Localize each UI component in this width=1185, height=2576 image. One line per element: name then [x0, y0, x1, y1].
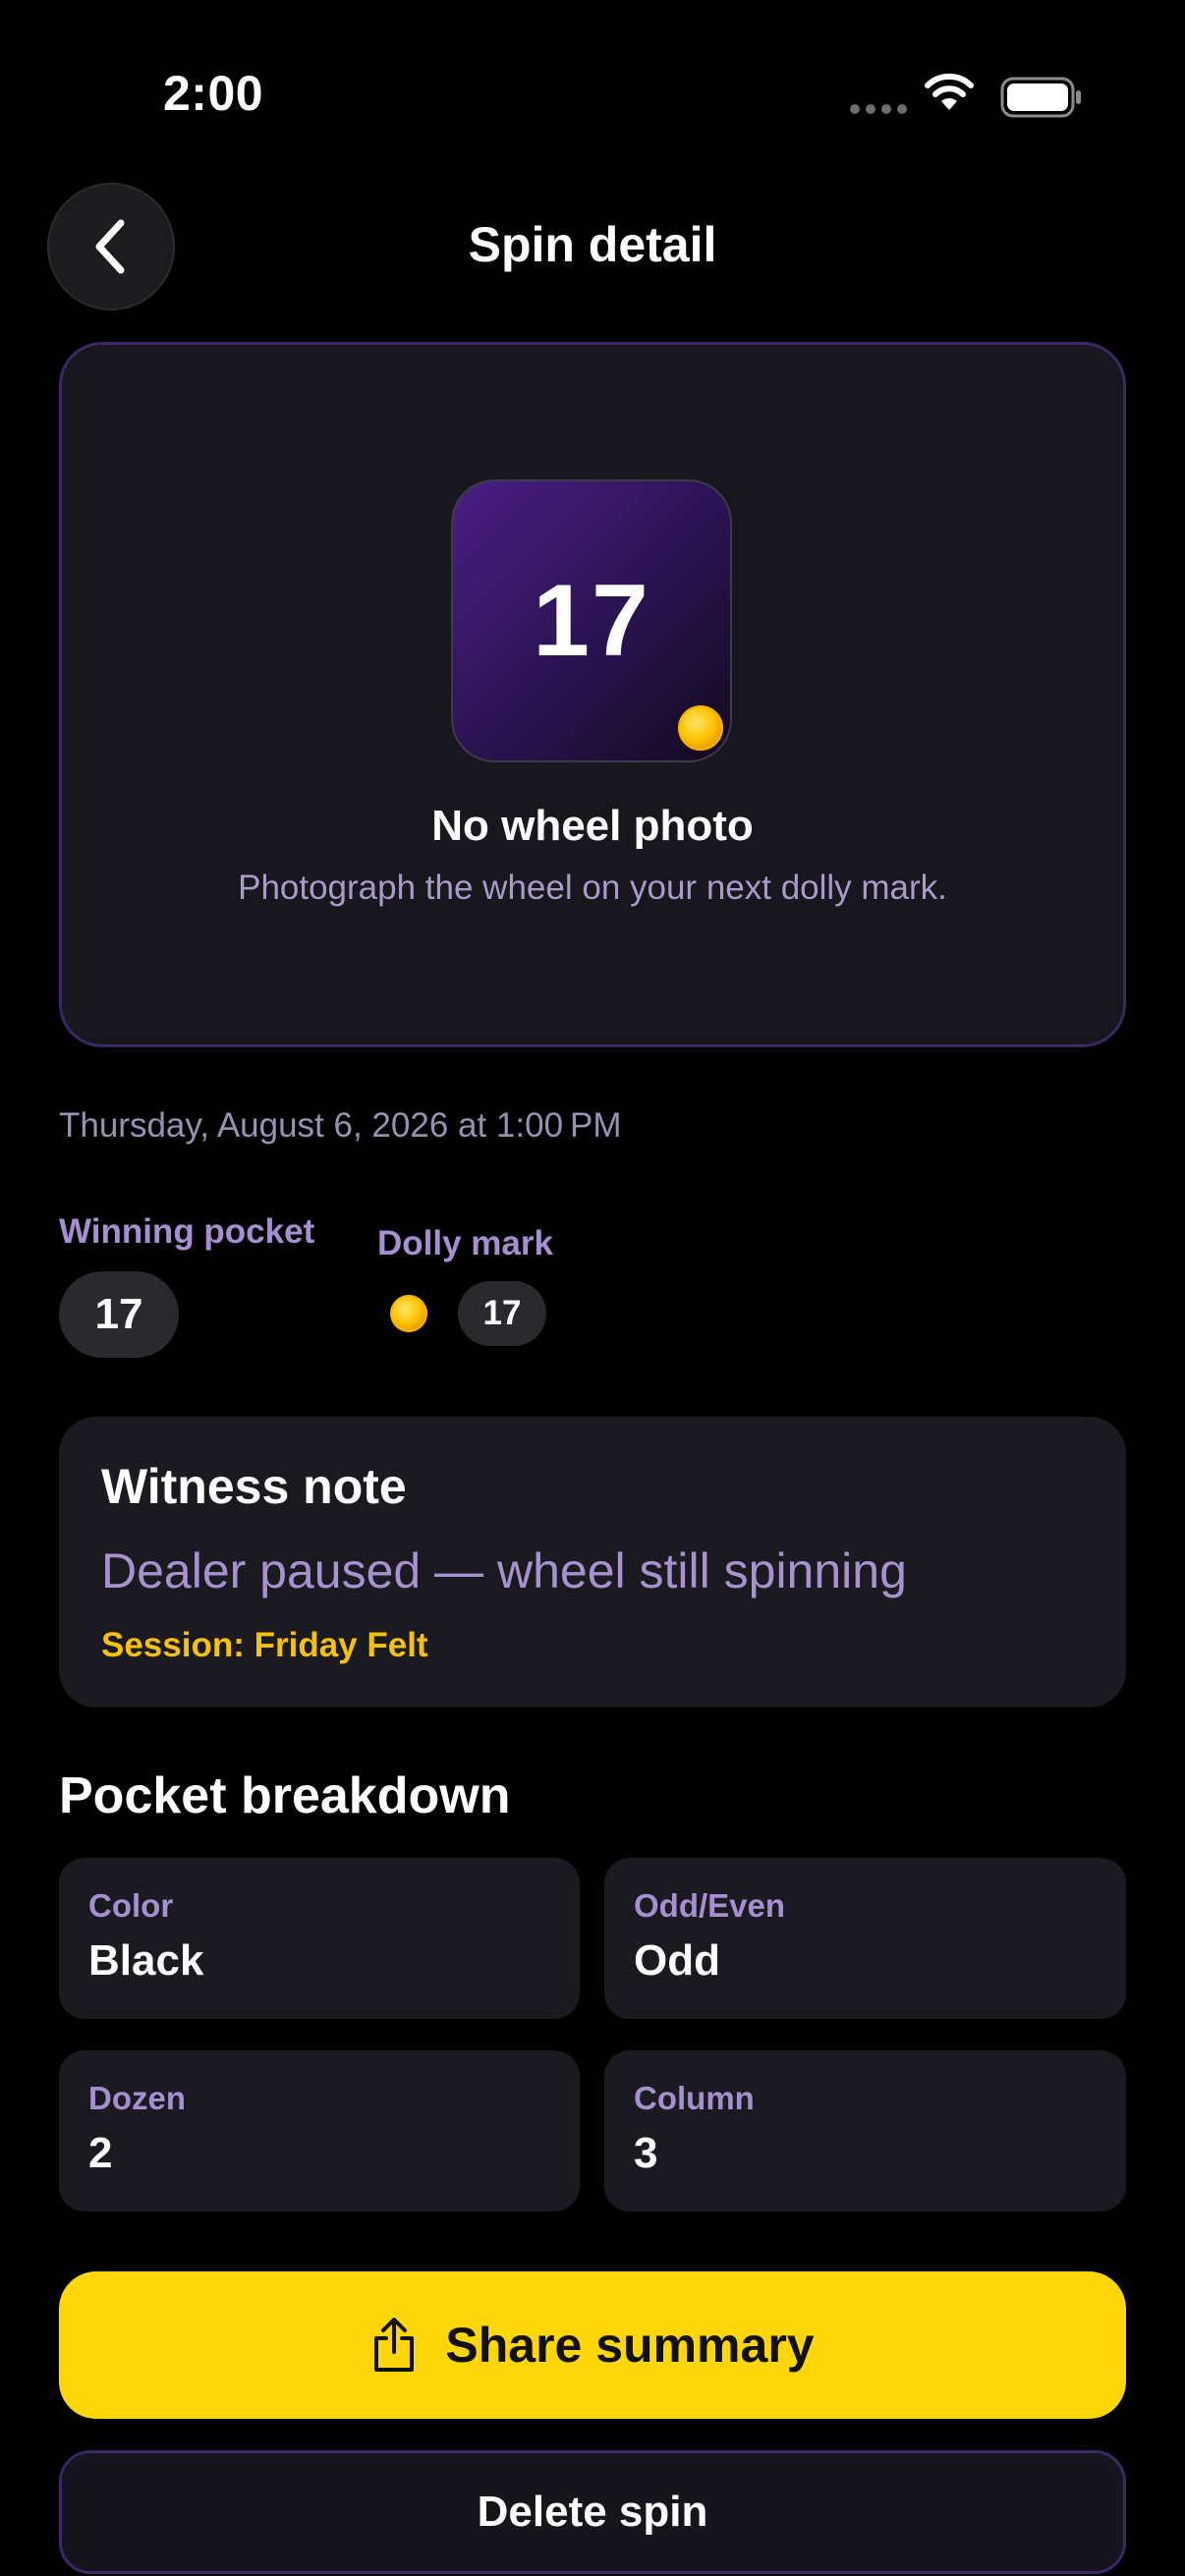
witness-note-text: Dealer paused — wheel still spinning: [101, 1543, 907, 1598]
breakdown-title: Pocket breakdown: [59, 1767, 511, 1824]
share-icon: [374, 2318, 415, 2372]
status-time: 2:00: [163, 66, 264, 121]
witness-note-title: Witness note: [101, 1459, 407, 1514]
tile-number: 17: [533, 563, 650, 678]
breakdown-cell-column: Column 3: [604, 2050, 1126, 2212]
page-title: Spin detail: [468, 217, 717, 272]
spin-date: Thursday, August 6, 2026 at 1:00 PM: [59, 1106, 622, 1145]
wifi-icon: [924, 73, 975, 117]
battery-icon: [1000, 77, 1083, 123]
delete-spin-button[interactable]: Delete spin: [59, 2450, 1126, 2574]
cell-value: 3: [634, 2129, 658, 2177]
dolly-mark-value: 17: [458, 1281, 546, 1346]
breakdown-cell-odd-even: Odd/Even Odd: [604, 1858, 1126, 2019]
cell-value: Black: [88, 1936, 204, 1985]
delete-spin-label: Delete spin: [477, 2488, 708, 2536]
breakdown-cell-color: Color Black: [59, 1858, 580, 2019]
dolly-coin-icon: [678, 705, 723, 751]
no-photo-subtitle: Photograph the wheel on your next dolly …: [238, 868, 947, 907]
share-summary-label: Share summary: [445, 2318, 815, 2373]
breakdown-cell-dozen: Dozen 2: [59, 2050, 580, 2212]
winning-pocket-value: 17: [59, 1271, 179, 1358]
cell-label: Column: [634, 2080, 755, 2116]
cell-value: 2: [88, 2129, 113, 2177]
cellular-signal-icon: [850, 104, 907, 114]
dolly-coin-icon: [390, 1295, 427, 1332]
cell-label: Odd/Even: [634, 1887, 786, 1924]
session-label: Session: Friday Felt: [101, 1626, 428, 1664]
cell-value: Odd: [634, 1936, 720, 1985]
no-photo-title: No wheel photo: [431, 802, 754, 850]
cell-label: Dozen: [88, 2080, 186, 2116]
winning-pocket-label: Winning pocket: [59, 1212, 315, 1251]
cell-label: Color: [88, 1887, 174, 1924]
dolly-mark-label: Dolly mark: [377, 1224, 553, 1262]
share-summary-button[interactable]: Share summary: [59, 2271, 1126, 2419]
